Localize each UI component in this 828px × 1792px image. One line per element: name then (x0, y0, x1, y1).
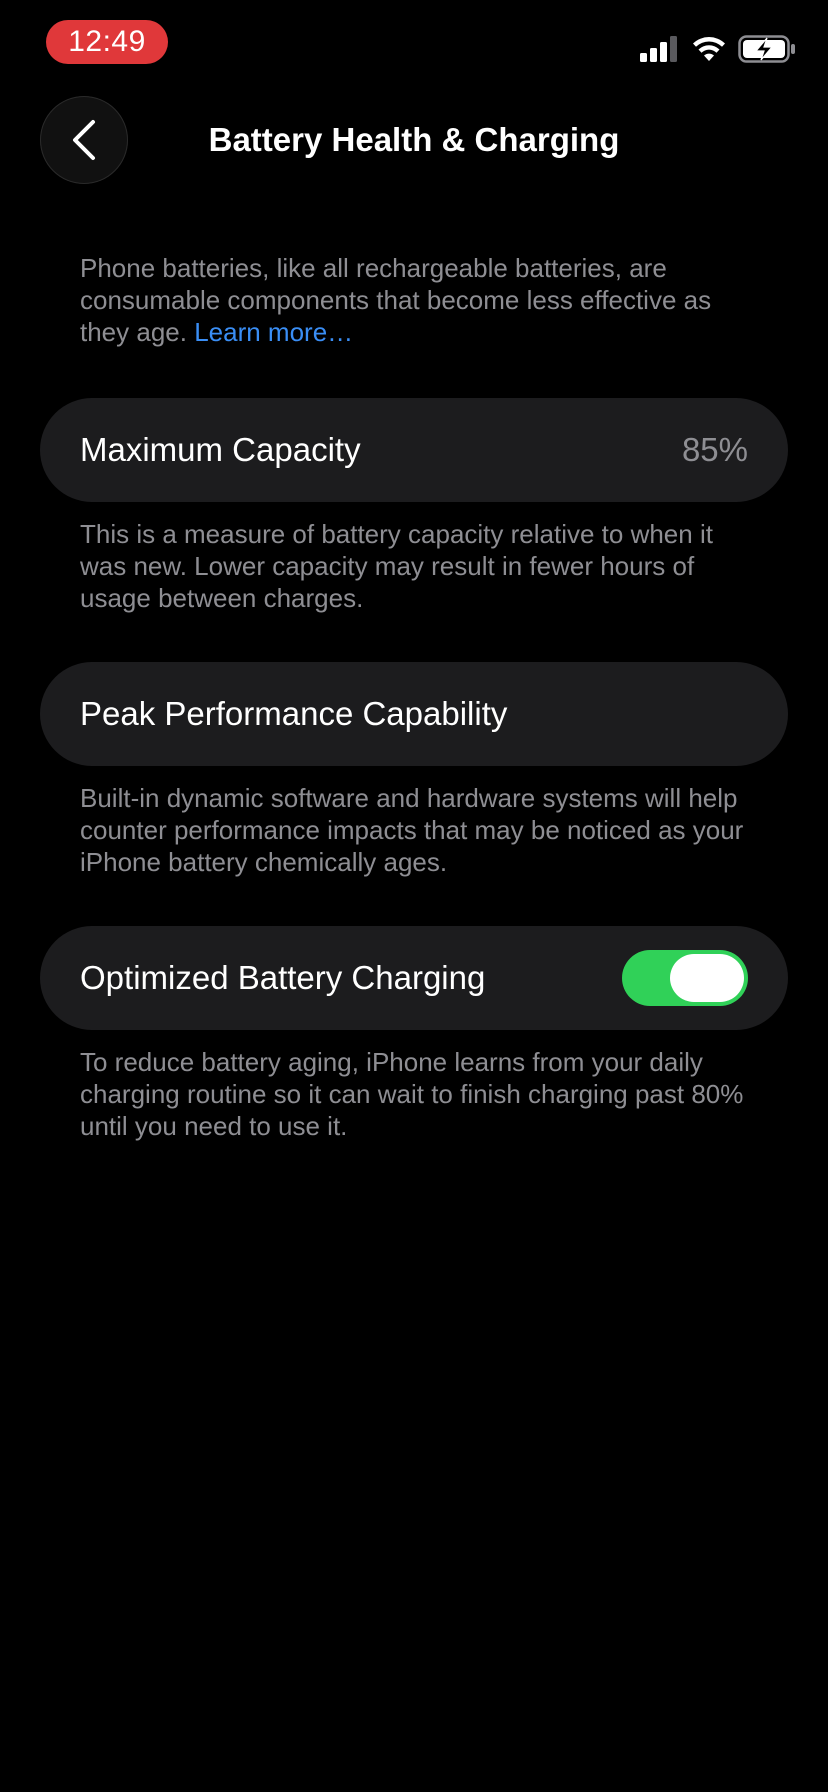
peak-performance-label: Peak Performance Capability (80, 695, 508, 732)
status-bar: 12:49 (0, 0, 828, 84)
intro-body: Phone batteries, like all rechargeable b… (80, 253, 712, 347)
optimized-charging-toggle[interactable] (622, 950, 748, 1006)
learn-more-link[interactable]: Learn more… (194, 317, 353, 347)
back-button[interactable] (40, 96, 128, 184)
intro-text: Phone batteries, like all rechargeable b… (40, 252, 788, 348)
status-time[interactable]: 12:49 (46, 20, 168, 64)
battery-settings-content: Phone batteries, like all rechargeable b… (40, 252, 788, 1190)
optimized-charging-row: Optimized Battery Charging (40, 926, 788, 1030)
wifi-icon (693, 37, 725, 61)
maximum-capacity-row: Maximum Capacity 85% (40, 398, 788, 502)
page-title: Battery Health & Charging (208, 121, 620, 158)
toggle-knob (670, 954, 744, 1002)
peak-performance-row: Peak Performance Capability (40, 662, 788, 766)
optimized-charging-label: Optimized Battery Charging (80, 959, 486, 996)
cellular-signal-icon (640, 36, 677, 62)
battery-charging-icon (738, 35, 795, 63)
status-icons (640, 34, 796, 64)
maximum-capacity-value: 85% (681, 431, 748, 468)
peak-performance-footer: Built-in dynamic software and hardware s… (80, 783, 744, 877)
optimized-charging-footer: To reduce battery aging, iPhone learns f… (80, 1047, 744, 1141)
maximum-capacity-footer: This is a measure of battery capacity re… (80, 519, 713, 613)
maximum-capacity-label: Maximum Capacity (80, 431, 361, 468)
chevron-left-icon (73, 120, 95, 160)
